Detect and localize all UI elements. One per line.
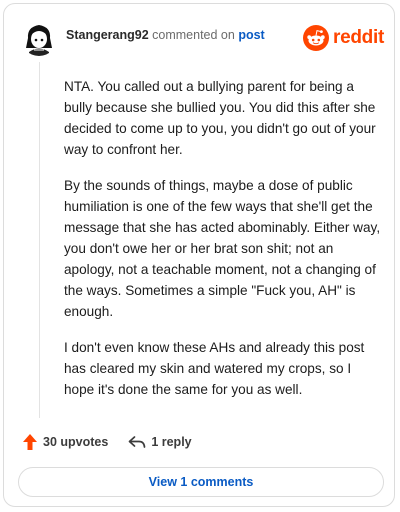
comment-card: Stangerang92 commented on post reddit NT… [3, 3, 395, 507]
comment-header: Stangerang92 commented on post reddit [18, 18, 384, 58]
thread-line [39, 62, 40, 418]
reply-arrow-icon [128, 436, 146, 448]
comment-paragraph-2: By the sounds of things, maybe a dose of… [64, 178, 381, 319]
commented-on-text: commented on [152, 28, 235, 42]
reddit-logo[interactable]: reddit [303, 23, 384, 53]
comment-actions: 30 upvotes 1 reply [22, 432, 192, 452]
reply-count: 1 reply [151, 435, 192, 449]
comment-paragraph-3: I don't even know these AHs and already … [64, 340, 365, 397]
reddit-alien-icon [303, 25, 330, 51]
byline: Stangerang92 commented on post [66, 28, 265, 42]
avatar[interactable] [20, 18, 58, 56]
post-link[interactable]: post [238, 28, 264, 42]
upvote-arrow-icon [23, 434, 37, 450]
view-comments-button[interactable]: View 1 comments [18, 467, 384, 497]
reddit-wordmark: reddit [333, 27, 384, 48]
upvote-count: 30 upvotes [43, 435, 109, 449]
reply-button[interactable]: 1 reply [128, 435, 192, 449]
comment-paragraph-1: NTA. You called out a bullying parent fo… [64, 79, 376, 157]
comment-body: NTA. You called out a bullying parent fo… [64, 76, 382, 415]
upvote-button[interactable]: 30 upvotes [22, 433, 108, 451]
username-link[interactable]: Stangerang92 [66, 28, 149, 42]
